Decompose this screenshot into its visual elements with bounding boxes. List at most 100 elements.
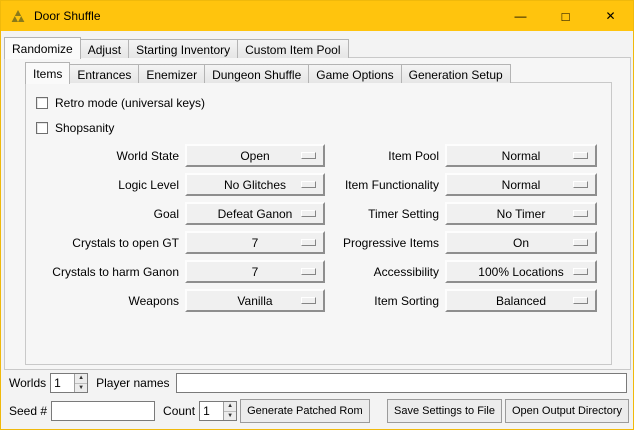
- item-sorting-dropdown[interactable]: Balanced: [445, 289, 597, 312]
- spinner-arrows: ▲ ▼: [74, 374, 87, 392]
- close-button[interactable]: ✕: [588, 1, 633, 31]
- item-functionality-label: Item Functionality: [331, 178, 439, 192]
- tab-generation-setup[interactable]: Generation Setup: [401, 64, 511, 83]
- tab-enemizer[interactable]: Enemizer: [138, 64, 205, 83]
- timer-setting-label: Timer Setting: [331, 207, 439, 221]
- dropdown-indicator-icon: [301, 181, 316, 188]
- player-names-label: Player names: [96, 376, 169, 390]
- worlds-label: Worlds: [9, 376, 46, 390]
- inner-tab-bar: Items Entrances Enemizer Dungeon Shuffle…: [25, 61, 612, 83]
- randomize-tab-pane: Items Entrances Enemizer Dungeon Shuffle…: [4, 57, 631, 370]
- player-names-input[interactable]: [176, 373, 628, 393]
- timer-setting-dropdown[interactable]: No Timer: [445, 202, 597, 225]
- outer-tab-bar: Randomize Adjust Starting Inventory Cust…: [4, 36, 631, 58]
- minimize-button[interactable]: —: [498, 1, 543, 31]
- dropdown-indicator-icon: [301, 210, 316, 217]
- spin-down-icon[interactable]: ▼: [224, 412, 236, 421]
- tab-entrances[interactable]: Entrances: [69, 64, 139, 83]
- dropdown-indicator-icon: [573, 297, 588, 304]
- generate-patched-rom-button[interactable]: Generate Patched Rom: [240, 399, 370, 423]
- spin-down-icon[interactable]: ▼: [75, 384, 87, 393]
- accessibility-label: Accessibility: [331, 265, 439, 279]
- outer-notebook: Randomize Adjust Starting Inventory Cust…: [4, 36, 631, 370]
- generate-row: Seed # Count ▲ ▼ Generate Patched Rom Sa…: [9, 398, 629, 424]
- seed-input[interactable]: [51, 401, 155, 421]
- open-output-directory-button[interactable]: Open Output Directory: [505, 399, 629, 423]
- world-state-label: World State: [31, 149, 179, 163]
- item-pool-value: Normal: [502, 149, 541, 163]
- spin-up-icon[interactable]: ▲: [75, 374, 87, 384]
- logic-level-dropdown[interactable]: No Glitches: [185, 173, 325, 196]
- tab-custom-item-pool[interactable]: Custom Item Pool: [237, 39, 348, 58]
- window-title: Door Shuffle: [34, 9, 101, 23]
- timer-setting-value: No Timer: [497, 207, 546, 221]
- tab-adjust[interactable]: Adjust: [80, 39, 129, 58]
- dropdown-indicator-icon: [573, 181, 588, 188]
- dropdown-indicator-icon: [301, 297, 316, 304]
- shopsanity-label: Shopsanity: [55, 121, 114, 135]
- accessibility-dropdown[interactable]: 100% Locations: [445, 260, 597, 283]
- goal-dropdown[interactable]: Defeat Ganon: [185, 202, 325, 225]
- multiworld-row: Worlds ▲ ▼ Player names: [9, 372, 627, 394]
- door-shuffle-window: Door Shuffle — □ ✕ Randomize Adjust Star…: [0, 0, 634, 430]
- crystals-ganon-dropdown[interactable]: 7: [185, 260, 325, 283]
- item-pool-label: Item Pool: [331, 149, 439, 163]
- count-spinner[interactable]: ▲ ▼: [199, 401, 237, 421]
- count-label: Count: [163, 404, 195, 418]
- client-area: Randomize Adjust Starting Inventory Cust…: [1, 31, 633, 429]
- seed-label: Seed #: [9, 404, 47, 418]
- inner-notebook: Items Entrances Enemizer Dungeon Shuffle…: [25, 61, 612, 365]
- dropdown-indicator-icon: [573, 268, 588, 275]
- progressive-items-dropdown[interactable]: On: [445, 231, 597, 254]
- world-state-dropdown[interactable]: Open: [185, 144, 325, 167]
- titlebar[interactable]: Door Shuffle — □ ✕: [1, 1, 633, 31]
- item-functionality-value: Normal: [502, 178, 541, 192]
- worlds-spinner[interactable]: ▲ ▼: [50, 373, 88, 393]
- progressive-items-value: On: [513, 236, 529, 250]
- item-functionality-dropdown[interactable]: Normal: [445, 173, 597, 196]
- tab-game-options[interactable]: Game Options: [308, 64, 401, 83]
- crystals-gt-dropdown[interactable]: 7: [185, 231, 325, 254]
- crystals-gt-label: Crystals to open GT: [31, 236, 179, 250]
- dropdown-indicator-icon: [301, 239, 316, 246]
- crystals-gt-value: 7: [252, 236, 259, 250]
- save-settings-button[interactable]: Save Settings to File: [387, 399, 502, 423]
- dropdown-indicator-icon: [301, 268, 316, 275]
- spin-up-icon[interactable]: ▲: [224, 402, 236, 412]
- app-icon: [10, 8, 26, 24]
- shopsanity-checkbox[interactable]: Shopsanity: [36, 115, 611, 140]
- logic-level-label: Logic Level: [31, 178, 179, 192]
- count-input[interactable]: [200, 402, 223, 420]
- items-tab-pane: Retro mode (universal keys) Shopsanity W…: [25, 82, 612, 365]
- spinner-arrows: ▲ ▼: [223, 402, 236, 420]
- maximize-button[interactable]: □: [543, 1, 588, 31]
- dropdown-indicator-icon: [573, 152, 588, 159]
- weapons-label: Weapons: [31, 294, 179, 308]
- weapons-dropdown[interactable]: Vanilla: [185, 289, 325, 312]
- dropdown-indicator-icon: [573, 239, 588, 246]
- settings-grid: World State Open Item Pool Normal Logic …: [31, 144, 611, 312]
- progressive-items-label: Progressive Items: [331, 236, 439, 250]
- accessibility-value: 100% Locations: [478, 265, 563, 279]
- checkbox-icon: [36, 122, 48, 134]
- checkbox-icon: [36, 97, 48, 109]
- goal-label: Goal: [31, 207, 179, 221]
- logic-level-value: No Glitches: [224, 178, 286, 192]
- item-pool-dropdown[interactable]: Normal: [445, 144, 597, 167]
- item-sorting-label: Item Sorting: [331, 294, 439, 308]
- retro-mode-checkbox[interactable]: Retro mode (universal keys): [36, 90, 611, 115]
- tab-randomize[interactable]: Randomize: [4, 37, 81, 59]
- world-state-value: Open: [240, 149, 269, 163]
- checkbox-area: Retro mode (universal keys) Shopsanity: [26, 83, 611, 140]
- tab-items[interactable]: Items: [25, 62, 70, 84]
- crystals-ganon-label: Crystals to harm Ganon: [31, 265, 179, 279]
- item-sorting-value: Balanced: [496, 294, 546, 308]
- retro-mode-label: Retro mode (universal keys): [55, 96, 205, 110]
- dropdown-indicator-icon: [301, 152, 316, 159]
- tab-starting-inventory[interactable]: Starting Inventory: [128, 39, 238, 58]
- goal-value: Defeat Ganon: [218, 207, 293, 221]
- weapons-value: Vanilla: [237, 294, 272, 308]
- dropdown-indicator-icon: [573, 210, 588, 217]
- tab-dungeon-shuffle[interactable]: Dungeon Shuffle: [204, 64, 309, 83]
- worlds-input[interactable]: [51, 374, 74, 392]
